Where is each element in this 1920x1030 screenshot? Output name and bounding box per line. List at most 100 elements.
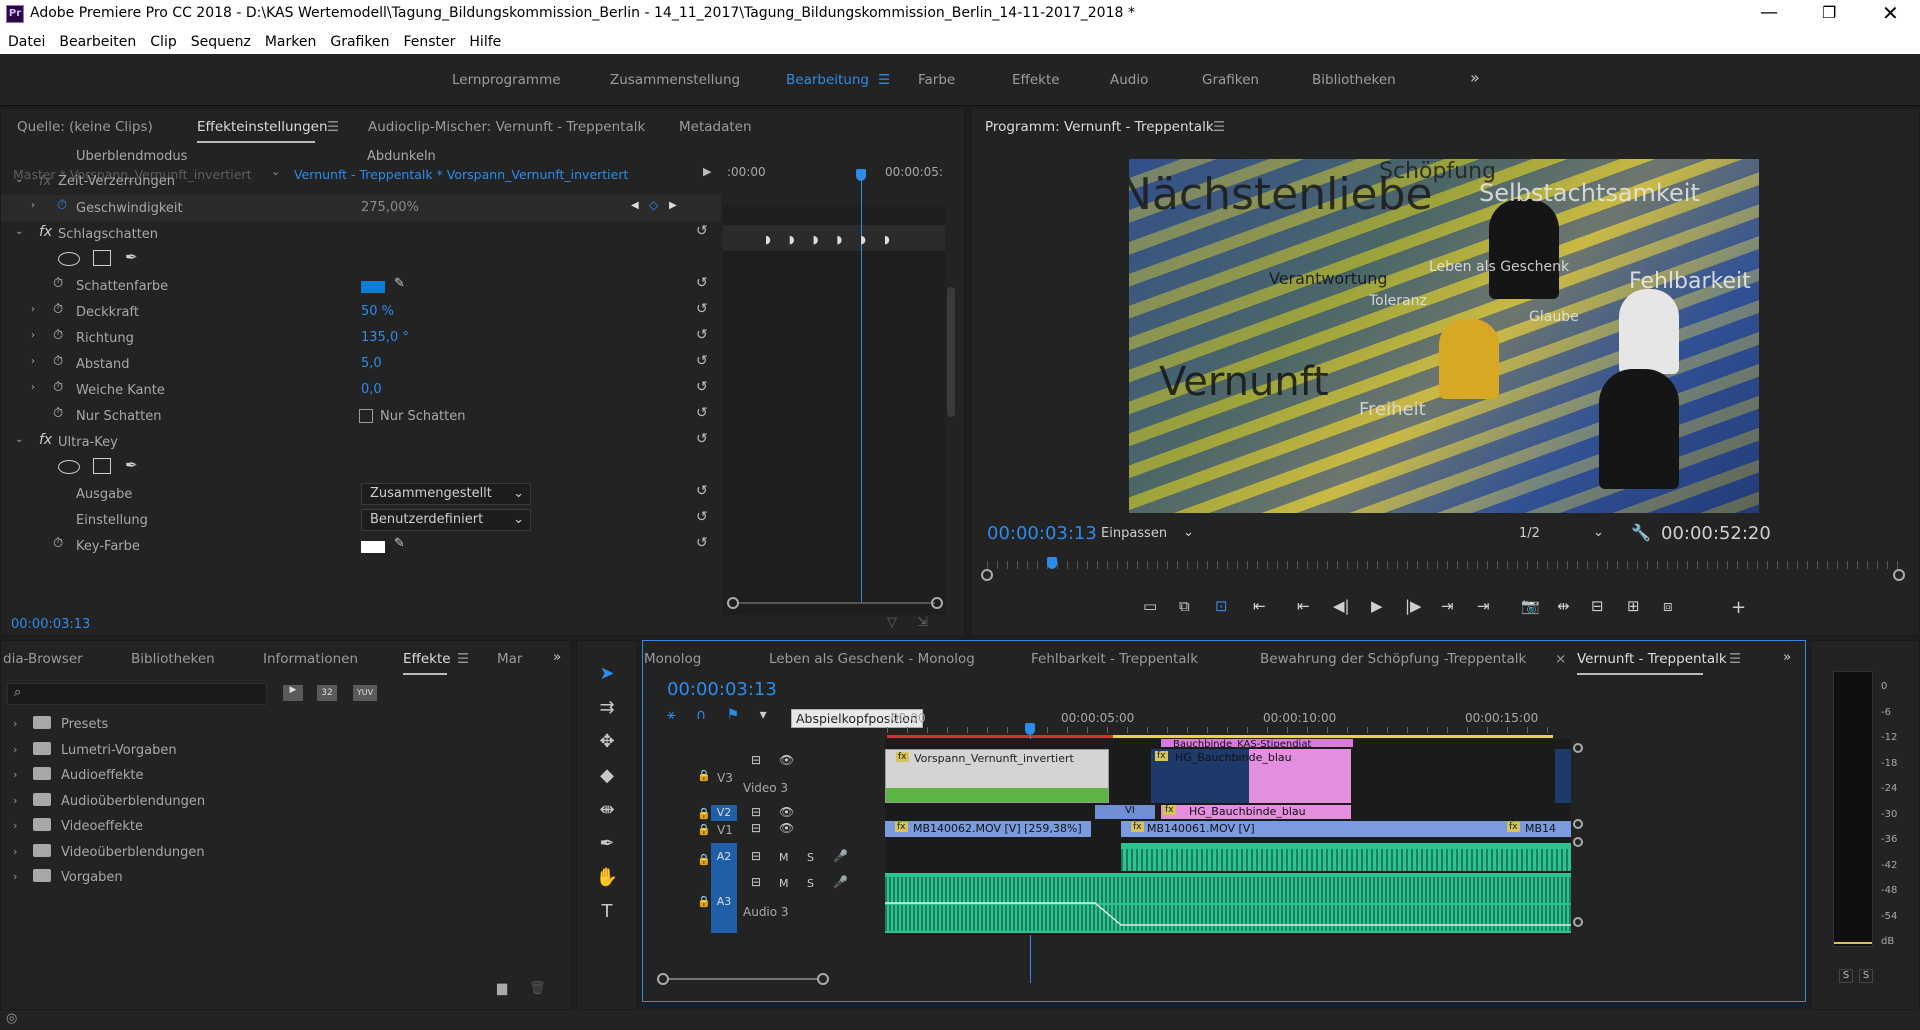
stopwatch-icon[interactable]: ⏱	[53, 354, 63, 369]
tab-effects[interactable]: Effekte	[403, 651, 451, 667]
tab-libraries[interactable]: Bibliotheken	[131, 651, 215, 667]
more-workspaces-icon[interactable]: »	[1470, 68, 1480, 87]
stopwatch-icon[interactable]: ⏱	[53, 380, 63, 395]
32bit-effects-badge[interactable]: 32	[317, 685, 337, 701]
expand-icon[interactable]: ›	[13, 794, 17, 807]
key-color-swatch[interactable]	[361, 541, 385, 553]
panel-menu-icon[interactable]: ☰	[457, 651, 469, 667]
tab-effect-controls[interactable]: Effekteinstellungen	[197, 119, 328, 135]
clip-audio-a2[interactable]	[1121, 843, 1571, 871]
step-forward-icon[interactable]: |▶	[1405, 597, 1422, 615]
expand-icon[interactable]: ›	[13, 819, 17, 832]
effects-folder[interactable]: › Videoeffekte	[1, 815, 561, 839]
snap-icon[interactable]: ⚹	[667, 707, 675, 723]
clip-mb140061[interactable]: fx MB140061.MOV [V] fx MB14	[1121, 821, 1571, 837]
more-tabs-icon[interactable]: »	[553, 649, 561, 665]
timeline-timecode[interactable]: 00:00:03:13	[667, 679, 777, 700]
track-scroll-handle[interactable]	[1573, 917, 1583, 927]
out-point-handle[interactable]	[1893, 569, 1905, 581]
timeline-zoom-bar[interactable]	[669, 978, 819, 980]
panel-menu-icon[interactable]: ☰	[1729, 651, 1741, 667]
workspace-effekte[interactable]: Effekte	[1012, 72, 1060, 88]
reset-icon[interactable]: ↺	[696, 405, 708, 421]
solo-left-button[interactable]: S	[1839, 969, 1853, 983]
program-scrub-bar[interactable]	[987, 557, 1902, 575]
softness-value[interactable]: 0,0	[361, 382, 382, 397]
expand-icon[interactable]: ›	[31, 382, 35, 393]
solo-button[interactable]: S	[807, 877, 814, 890]
prev-keyframe-icon[interactable]: ◀	[631, 200, 639, 211]
expand-icon[interactable]: ›	[13, 717, 17, 730]
stopwatch-icon[interactable]: ⏱	[53, 406, 63, 421]
in-point-handle[interactable]	[981, 569, 993, 581]
zoom-handle-left[interactable]	[727, 597, 739, 609]
sync-lock-icon[interactable]: ⊟	[751, 753, 761, 767]
timeline-playhead-marker[interactable]	[1025, 723, 1035, 735]
lock-icon[interactable]: 🔒	[697, 895, 711, 908]
zoom-handle-right[interactable]	[931, 597, 943, 609]
workspace-audio[interactable]: Audio	[1110, 72, 1148, 88]
reset-icon[interactable]: ↺	[696, 275, 708, 291]
stopwatch-icon[interactable]: ⏱	[53, 328, 63, 343]
go-to-out-icon[interactable]: ⇥	[1441, 597, 1454, 615]
menu-clip[interactable]: Clip	[150, 34, 176, 50]
export-frame-icon[interactable]: ⧈	[1663, 597, 1673, 615]
clip-audio-a3[interactable]	[885, 873, 1571, 933]
track-scroll-handle[interactable]	[1573, 819, 1583, 829]
zoom-bar[interactable]	[739, 602, 935, 604]
wrench-icon[interactable]: 🔧	[1631, 523, 1651, 542]
trash-icon[interactable]: 🗑	[529, 981, 546, 996]
effects-folder[interactable]: › Lumetri-Vorgaben	[1, 739, 561, 763]
tab-audio-mixer[interactable]: Audioclip-Mischer: Vernunft - Treppental…	[368, 119, 645, 135]
workspace-grafiken[interactable]: Grafiken	[1202, 72, 1259, 88]
lock-icon[interactable]: 🔒	[697, 823, 711, 836]
sync-lock-icon[interactable]: ⊟	[751, 821, 761, 835]
track-scroll-handle[interactable]	[1573, 743, 1583, 753]
new-folder-icon[interactable]: ▆	[497, 981, 507, 996]
rectangle-mask-icon[interactable]	[93, 250, 111, 266]
eyedropper-icon[interactable]: ✎	[394, 276, 405, 291]
keyframe-icons[interactable]: ◗◗◗◗◗◗	[765, 233, 908, 246]
type-tool-icon[interactable]: T	[595, 901, 619, 925]
speed-value[interactable]: 275,00%	[361, 200, 419, 215]
lock-icon[interactable]: 🔒	[697, 807, 711, 820]
add-marker-icon[interactable]: ⚑	[727, 707, 740, 723]
reset-icon[interactable]: ↺	[696, 483, 708, 499]
effects-folder[interactable]: › Audioeffekte	[1, 764, 561, 788]
yuv-effects-badge[interactable]: YUV	[353, 685, 377, 701]
menu-fenster[interactable]: Fenster	[403, 34, 455, 50]
clip-hg-bauchbinde-1[interactable]: fx HG_Bauchbinde_blau	[1151, 749, 1351, 803]
mute-button[interactable]: M	[779, 851, 789, 864]
camera-icon[interactable]: 📷	[1521, 597, 1540, 615]
clip-right-edge-v3[interactable]	[1555, 749, 1571, 803]
sync-lock-icon[interactable]: ⊟	[751, 805, 761, 819]
shadow-only-checkbox[interactable]	[359, 409, 373, 423]
step-back-icon[interactable]: ◀|	[1333, 597, 1350, 615]
maximize-icon[interactable]: ❐	[1822, 3, 1836, 22]
accelerated-effects-icon[interactable]: ▶	[283, 685, 303, 701]
effects-folder[interactable]: › Presets	[1, 713, 561, 737]
panel-menu-icon[interactable]: ☰	[327, 119, 339, 135]
stopwatch-icon[interactable]: ⏱	[53, 276, 63, 291]
fit-dropdown[interactable]: Einpassen ⌄	[1093, 523, 1203, 545]
effect-controls-timecode[interactable]: 00:00:03:13	[11, 617, 90, 632]
mute-button[interactable]: M	[779, 877, 789, 890]
timeline-zoom-right[interactable]	[817, 973, 829, 985]
workspace-lernprogramme[interactable]: Lernprogramme	[452, 72, 561, 88]
filter-icon[interactable]: ▽	[887, 615, 897, 630]
lock-icon[interactable]: 🔒	[697, 769, 711, 782]
blend-mode-dropdown[interactable]: Abdunkeln	[367, 149, 436, 164]
expand-icon[interactable]: ›	[31, 330, 35, 341]
clip-vi-short[interactable]: VI	[1095, 805, 1155, 819]
workspace-farbe[interactable]: Farbe	[918, 72, 955, 88]
direction-value[interactable]: 135,0 °	[361, 330, 409, 345]
reset-icon[interactable]: ↺	[696, 327, 708, 343]
clip-mb140062[interactable]: fx MB140062.MOV [V] [259,38%]	[885, 821, 1091, 837]
overwrite-icon[interactable]: ⊟	[1591, 597, 1604, 615]
track-target-a2[interactable]: A2	[711, 843, 737, 871]
lift-icon[interactable]: ⇤	[1253, 597, 1266, 615]
menu-datei[interactable]: Datei	[8, 34, 45, 50]
trim-icon[interactable]: ⇹	[1557, 597, 1570, 615]
distance-value[interactable]: 5,0	[361, 356, 382, 371]
track-scroll-handle[interactable]	[1573, 837, 1583, 847]
